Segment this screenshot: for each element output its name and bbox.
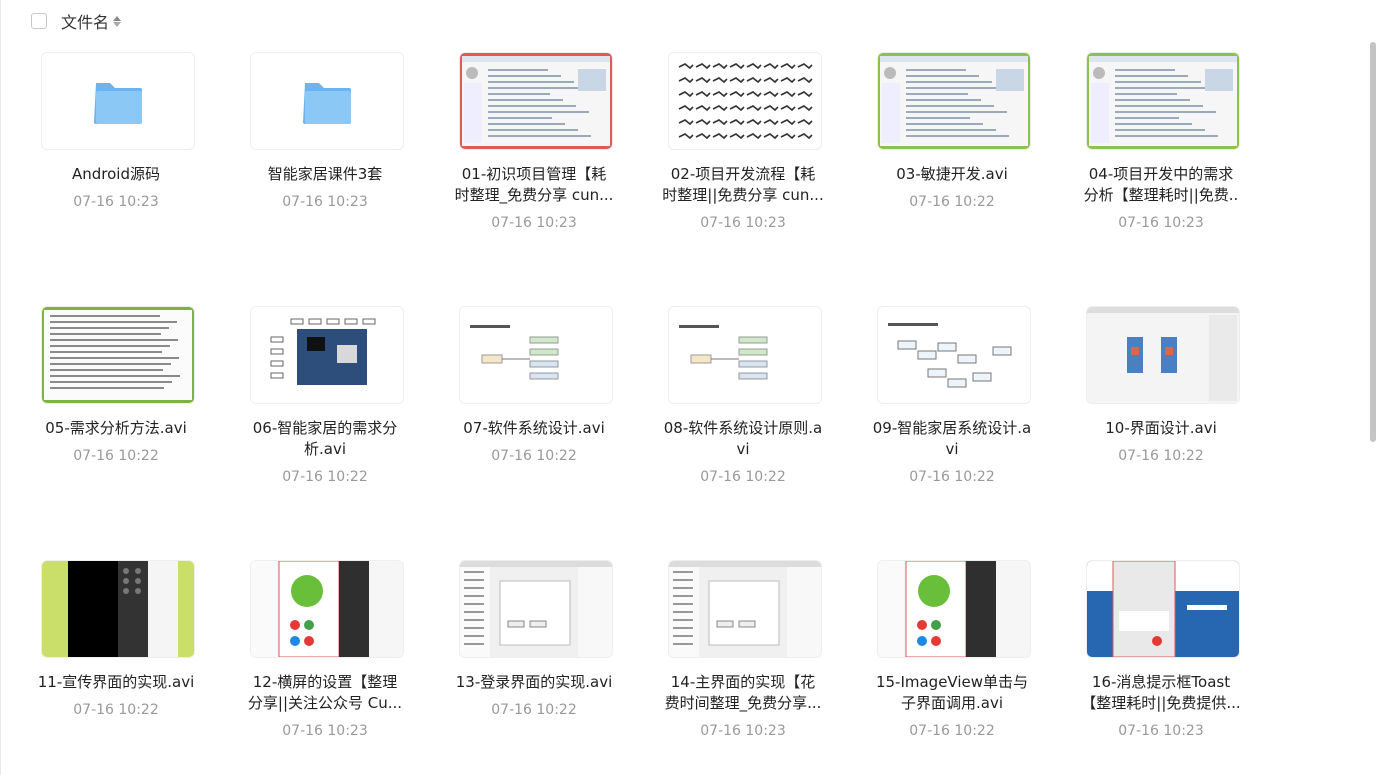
file-name-line: 12-横屏的设置【整理 [252, 673, 398, 691]
list-header: 文件名 [31, 9, 122, 33]
file-modified-time: 07-16 10:22 [909, 723, 995, 739]
video-thumbnail[interactable] [41, 560, 195, 658]
file-name-line: 06-智能家居的需求分 [252, 419, 398, 437]
video-thumbnail[interactable] [459, 560, 613, 658]
folder-icon[interactable] [41, 52, 195, 150]
file-name[interactable]: 11-宣传界面的实现.avi [21, 672, 211, 693]
file-modified-time: 07-16 10:22 [1118, 448, 1204, 464]
video-thumbnail[interactable] [250, 306, 404, 404]
file-name[interactable]: 14-主界面的实现【花 费时间整理_免费分享... [648, 672, 838, 714]
video-thumbnail[interactable] [877, 306, 1031, 404]
file-name-line: 04-项目开发中的需求 [1088, 165, 1234, 183]
file-name-line: vi [945, 440, 959, 458]
file-name[interactable]: 07-软件系统设计.avi [439, 418, 629, 439]
scrollbar[interactable] [1366, 0, 1378, 775]
folder-icon[interactable] [250, 52, 404, 150]
video-thumbnail[interactable] [1086, 560, 1240, 658]
file-name-line: 13-登录界面的实现.avi [455, 673, 613, 691]
file-modified-time: 07-16 10:23 [491, 215, 577, 231]
video-thumbnail[interactable] [250, 560, 404, 658]
file-modified-time: 07-16 10:22 [282, 469, 368, 485]
sort-arrows-icon [113, 15, 122, 27]
sort-by-name-button[interactable]: 文件名 [61, 9, 122, 33]
panel-border [0, 0, 1, 775]
file-name-line: 16-消息提示框Toast [1091, 673, 1231, 691]
select-all-checkbox[interactable] [31, 13, 47, 29]
file-modified-time: 07-16 10:22 [700, 469, 786, 485]
file-name-line: 03-敏捷开发.avi [896, 165, 1008, 183]
file-modified-time: 07-16 10:22 [909, 194, 995, 210]
file-modified-time: 07-16 10:23 [73, 194, 159, 210]
video-thumbnail[interactable] [459, 306, 613, 404]
file-name-line: 分享||关注公众号 Cu... [247, 694, 403, 712]
video-thumbnail[interactable] [1086, 52, 1240, 150]
file-name-line: 08-软件系统设计原则.a [663, 419, 823, 437]
file-name[interactable]: 智能家居课件3套 [230, 164, 420, 185]
file-modified-time: 07-16 10:22 [491, 448, 577, 464]
file-modified-time: 07-16 10:23 [282, 194, 368, 210]
video-thumbnail[interactable] [877, 52, 1031, 150]
file-name-line: 时整理_免费分享 cun... [454, 186, 614, 204]
video-thumbnail[interactable] [459, 52, 613, 150]
video-thumbnail[interactable] [877, 560, 1031, 658]
file-name-line: 分析【整理耗时||免费.. [1083, 186, 1239, 204]
video-thumbnail[interactable] [668, 52, 822, 150]
file-modified-time: 07-16 10:23 [700, 723, 786, 739]
file-name-line: 05-需求分析方法.avi [45, 419, 187, 437]
file-name-line: 【整理耗时||免费提供... [1081, 694, 1241, 712]
video-thumbnail[interactable] [1086, 306, 1240, 404]
file-name-line: Android源码 [72, 165, 160, 183]
file-name-line: 01-初识项目管理【耗 [461, 165, 607, 183]
file-name[interactable]: Android源码 [21, 164, 211, 185]
file-name-line: 11-宣传界面的实现.avi [37, 673, 195, 691]
file-name[interactable]: 15-ImageView单击与 子界面调用.avi [857, 672, 1047, 714]
file-modified-time: 07-16 10:22 [491, 702, 577, 718]
video-thumbnail[interactable] [668, 560, 822, 658]
file-name-line: 14-主界面的实现【花 [670, 673, 816, 691]
file-name-line: 析.avi [303, 440, 346, 458]
file-name[interactable]: 13-登录界面的实现.avi [439, 672, 629, 693]
file-name[interactable]: 08-软件系统设计原则.a vi [648, 418, 838, 460]
file-name[interactable]: 01-初识项目管理【耗 时整理_免费分享 cun... [439, 164, 629, 206]
file-name[interactable]: 16-消息提示框Toast 【整理耗时||免费提供... [1066, 672, 1256, 714]
video-thumbnail[interactable] [668, 306, 822, 404]
file-modified-time: 07-16 10:23 [700, 215, 786, 231]
file-name[interactable]: 05-需求分析方法.avi [21, 418, 211, 439]
file-name-line: vi [736, 440, 750, 458]
file-modified-time: 07-16 10:23 [1118, 215, 1204, 231]
file-modified-time: 07-16 10:22 [73, 448, 159, 464]
file-name-line: 子界面调用.avi [900, 694, 1003, 712]
file-modified-time: 07-16 10:23 [282, 723, 368, 739]
file-name-line: 10-界面设计.avi [1105, 419, 1217, 437]
file-modified-time: 07-16 10:23 [1118, 723, 1204, 739]
video-thumbnail[interactable] [41, 306, 195, 404]
scrollbar-thumb[interactable] [1370, 42, 1376, 442]
file-name-line: 智能家居课件3套 [267, 165, 383, 183]
file-name[interactable]: 06-智能家居的需求分 析.avi [230, 418, 420, 460]
file-name[interactable]: 09-智能家居系统设计.a vi [857, 418, 1047, 460]
file-name[interactable]: 04-项目开发中的需求 分析【整理耗时||免费.. [1066, 164, 1256, 206]
file-name-line: 时整理||免费分享 cun... [662, 186, 824, 204]
file-name-line: 15-ImageView单击与 [875, 673, 1029, 691]
file-name-line: 07-软件系统设计.avi [463, 419, 605, 437]
file-name[interactable]: 03-敏捷开发.avi [857, 164, 1047, 185]
file-modified-time: 07-16 10:22 [73, 702, 159, 718]
file-modified-time: 07-16 10:22 [909, 469, 995, 485]
file-name-line: 09-智能家居系统设计.a [872, 419, 1032, 437]
sort-label: 文件名 [61, 13, 110, 32]
file-name-line: 费时间整理_免费分享... [664, 694, 822, 712]
file-name[interactable]: 12-横屏的设置【整理 分享||关注公众号 Cu... [230, 672, 420, 714]
file-name[interactable]: 10-界面设计.avi [1066, 418, 1256, 439]
file-name[interactable]: 02-项目开发流程【耗 时整理||免费分享 cun... [648, 164, 838, 206]
file-name-line: 02-项目开发流程【耗 [670, 165, 816, 183]
